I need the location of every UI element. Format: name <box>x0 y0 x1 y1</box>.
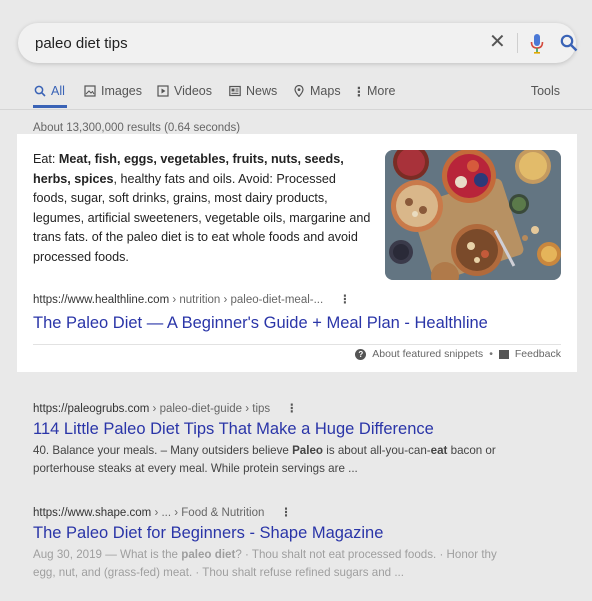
tab-videos[interactable]: Videos <box>156 84 212 98</box>
desc-part: is about all-you-can- <box>323 444 431 457</box>
result-url-path: › ... › Food & Nutrition <box>151 507 265 519</box>
desc-part: Aug 30, 2019 — What is the <box>33 548 182 561</box>
search-result: https://www.shape.com › ... › Food & Nut… <box>33 505 553 582</box>
result-url-domain: https://paleogrubs.com <box>33 403 150 415</box>
tab-label: All <box>51 84 65 98</box>
desc-bold: Paleo <box>292 444 324 457</box>
news-icon <box>228 85 241 98</box>
more-vert-icon: ⋮ <box>352 84 366 99</box>
tab-maps[interactable]: Maps <box>292 84 341 98</box>
tab-label: Videos <box>174 84 212 98</box>
search-result: https://paleogrubs.com › paleo-diet-guid… <box>33 401 553 478</box>
more-options-icon[interactable]: ⋮ <box>339 292 351 306</box>
feedback-link[interactable]: Feedback <box>515 348 561 360</box>
desc-bold: eat <box>430 444 448 457</box>
tab-news[interactable]: News <box>228 84 277 98</box>
result-url-domain: https://www.shape.com <box>33 507 152 519</box>
microphone-icon[interactable] <box>530 34 544 54</box>
search-divider <box>517 33 518 53</box>
result-stats: About 13,300,000 results (0.64 seconds) <box>33 122 241 134</box>
snippet-title-link[interactable]: The Paleo Diet — A Beginner's Guide + Me… <box>33 314 488 333</box>
snippet-text: Eat: Meat, fish, eggs, vegetables, fruit… <box>33 150 373 267</box>
tools-button[interactable]: Tools <box>531 84 560 98</box>
search-tabs: All Images Videos News Maps ⋮ More <box>33 84 568 104</box>
about-featured-snippets-link[interactable]: About featured snippets <box>372 348 483 360</box>
video-icon <box>156 85 169 98</box>
desc-part: 40. Balance your meals. – Many outsiders… <box>33 444 293 457</box>
result-title-link[interactable]: The Paleo Diet for Beginners - Shape Mag… <box>33 524 553 543</box>
search-input[interactable]: paleo diet tips <box>35 35 128 52</box>
snippet-divider <box>33 344 561 345</box>
tab-label: Images <box>101 84 142 98</box>
result-url[interactable]: https://paleogrubs.com › paleo-diet-guid… <box>33 401 553 415</box>
result-description: 40. Balance your meals. – Many outsiders… <box>33 442 503 478</box>
result-description: Aug 30, 2019 — What is the paleo diet? ·… <box>33 546 503 582</box>
map-pin-icon <box>292 85 305 98</box>
separator-dot: • <box>489 348 493 360</box>
result-url[interactable]: https://www.shape.com › ... › Food & Nut… <box>33 505 553 519</box>
help-icon: ? <box>355 348 367 360</box>
search-bar[interactable]: paleo diet tips ✕ <box>18 23 578 63</box>
result-title-link[interactable]: 114 Little Paleo Diet Tips That Make a H… <box>33 420 553 439</box>
image-icon <box>83 85 96 98</box>
tabs-divider <box>0 109 592 110</box>
tab-label: News <box>246 84 278 98</box>
desc-bold: paleo diet <box>181 548 236 561</box>
more-options-icon[interactable]: ⋮ <box>286 401 298 415</box>
result-url-path: › paleo-diet-guide › tips <box>149 403 271 415</box>
active-tab-indicator <box>33 105 67 108</box>
tab-images[interactable]: Images <box>83 84 142 98</box>
featured-snippet: Eat: Meat, fish, eggs, vegetables, fruit… <box>17 134 577 372</box>
search-icon[interactable] <box>560 34 578 52</box>
snippet-url-domain: https://www.healthline.com <box>33 294 170 306</box>
tab-all[interactable]: All <box>33 84 65 98</box>
snippet-text-intro: Eat: <box>33 152 59 166</box>
snippet-food-image[interactable] <box>385 150 561 280</box>
tab-label: Maps <box>310 84 341 98</box>
clear-icon[interactable]: ✕ <box>489 32 506 52</box>
snippet-url[interactable]: https://www.healthline.com › nutrition ›… <box>33 292 351 306</box>
tab-more[interactable]: ⋮ More <box>352 84 396 99</box>
tab-label: More <box>367 84 396 98</box>
snippet-url-path: › nutrition › paleo-diet-meal-... <box>169 294 324 306</box>
more-options-icon[interactable]: ⋮ <box>280 505 292 519</box>
search-icon <box>33 85 46 98</box>
snippet-footer: ? About featured snippets • Feedback <box>355 348 561 360</box>
feedback-icon <box>498 349 509 359</box>
